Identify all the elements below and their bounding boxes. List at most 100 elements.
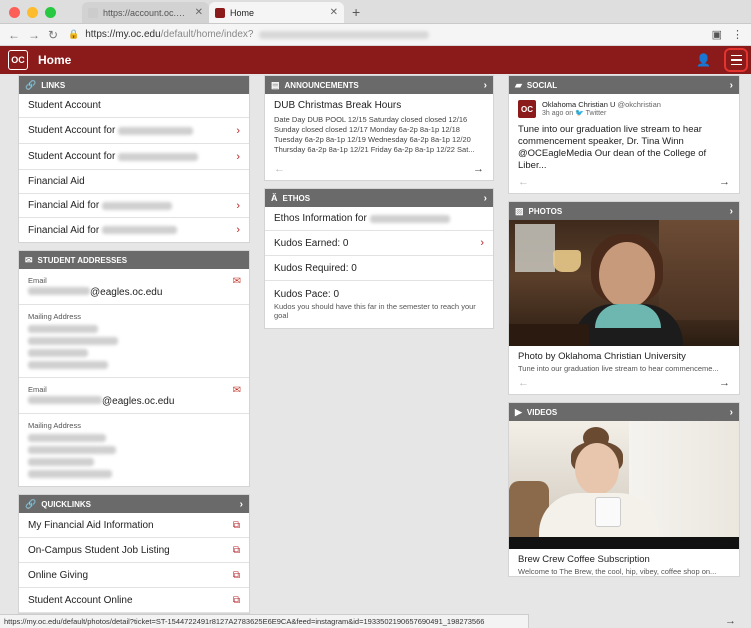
column-left: 🔗 LINKS Student Account Student Account … <box>18 75 250 621</box>
chevron-right-icon[interactable]: › <box>730 80 733 91</box>
photo-subcaption: Tune into our graduation live stream to … <box>518 364 719 373</box>
user-icon[interactable]: 👤 <box>696 53 711 67</box>
browser-tab-impersonate[interactable]: https://account.oc.edu/impers ✕ <box>82 2 209 23</box>
close-window-button[interactable] <box>9 7 20 18</box>
next-arrow-icon[interactable]: → <box>719 377 730 389</box>
next-arrow-icon[interactable]: → <box>725 615 736 627</box>
chevron-right-icon[interactable]: › <box>484 193 487 204</box>
chevron-right-icon[interactable]: › <box>484 80 487 91</box>
kudos-required-row: Kudos Required: 0 <box>265 256 493 281</box>
email-label: Email <box>28 385 47 394</box>
chevron-right-icon[interactable]: › <box>730 407 733 418</box>
chevron-right-icon[interactable]: › <box>240 499 243 510</box>
mailing-block-2: Mailing Address <box>19 414 249 486</box>
email-value: @eagles.oc.edu <box>102 396 175 407</box>
external-link-icon: ⧉ <box>232 544 240 556</box>
close-tab-icon[interactable]: ✕ <box>195 7 203 18</box>
mailing-block-1: Mailing Address <box>19 305 249 378</box>
hamburger-menu-icon[interactable] <box>724 48 748 72</box>
ethos-info: Ethos Information for <box>265 207 493 231</box>
reload-icon[interactable]: ↻ <box>48 28 58 42</box>
back-arrow-icon[interactable]: ← <box>8 28 20 42</box>
social-icon: ▰ <box>515 79 522 90</box>
blurred-url-tail <box>259 30 430 39</box>
email-label: Email <box>28 276 47 285</box>
next-arrow-icon[interactable]: → <box>719 176 730 188</box>
quicklinks-header: 🔗 QUICKLINKS › <box>19 495 249 513</box>
url-field[interactable]: 🔒 https://my.oc.edu/default/home/index? <box>68 29 702 40</box>
oc-logo[interactable]: OC <box>8 50 28 70</box>
quicklink-job-listing[interactable]: On-Campus Student Job Listing ⧉ <box>19 538 249 563</box>
tweet-handle: @okchristian <box>617 100 661 109</box>
mailing-label: Mailing Address <box>28 421 81 430</box>
new-tab-button[interactable]: + <box>344 4 368 23</box>
status-bar-url: https://my.oc.edu/default/photos/detail?… <box>0 614 529 628</box>
social-pager: ← → <box>509 172 739 193</box>
previous-arrow-icon[interactable]: ← <box>274 163 285 175</box>
chevron-right-icon: › <box>236 199 240 212</box>
chevron-right-icon: › <box>236 150 240 163</box>
window-controls <box>9 7 56 18</box>
photo-pager: ← → <box>509 373 739 394</box>
link-student-account-for-1[interactable]: Student Account for › <box>19 118 249 144</box>
announcements-card: ▤ ANNOUNCEMENTS › DUB Christmas Break Ho… <box>264 75 494 181</box>
maximize-window-button[interactable] <box>45 7 56 18</box>
next-arrow-icon[interactable]: → <box>473 163 484 175</box>
ethos-icon: Ä <box>271 193 278 203</box>
blurred-address <box>28 325 240 369</box>
previous-arrow-icon[interactable]: ← <box>518 176 529 188</box>
announcement-pager: ← → <box>265 159 493 180</box>
tweet-network: Twitter <box>585 110 607 117</box>
quicklink-financial-aid-info[interactable]: My Financial Aid Information ⧉ <box>19 513 249 538</box>
close-tab-icon[interactable]: ✕ <box>330 7 338 18</box>
profile-icon[interactable]: ▣ <box>712 28 722 41</box>
chevron-right-icon: › <box>480 237 484 249</box>
more-options-icon[interactable]: ⋮ <box>732 28 743 41</box>
photos-card: ▨ PHOTOS › Photo by Oklahoma Christian U… <box>508 201 740 395</box>
quicklink-student-account-online[interactable]: Student Account Online ⧉ <box>19 588 249 613</box>
link-financial-aid-for-1[interactable]: Financial Aid for › <box>19 194 249 218</box>
ethos-header: Ä ETHOS › <box>265 189 493 207</box>
link-student-account[interactable]: Student Account <box>19 94 249 118</box>
graduation-photo[interactable] <box>509 220 739 346</box>
social-card: ▰ SOCIAL › OC Oklahoma Christian U @okch… <box>508 75 740 194</box>
mail-icon[interactable]: ✉ <box>233 385 241 396</box>
tweet-text[interactable]: Tune into our graduation live stream to … <box>509 120 739 172</box>
email-block-2: Email @eagles.oc.edu ✉ <box>19 378 249 414</box>
chevron-right-icon[interactable]: › <box>730 206 733 217</box>
chevron-right-icon: › <box>236 224 240 236</box>
tab-title: Home <box>230 7 255 18</box>
url-host: https://my.oc.edu/default/home/index? <box>85 29 254 40</box>
kudos-earned-row[interactable]: Kudos Earned: 0 › <box>265 231 493 256</box>
announcement-item[interactable]: DUB Christmas Break Hours Date Day DUB P… <box>265 94 493 159</box>
address-bar: ← → ↻ 🔒 https://my.oc.edu/default/home/i… <box>0 24 751 46</box>
twitter-bird-icon: 🐦 <box>575 110 584 117</box>
external-link-icon: ⧉ <box>232 519 240 531</box>
forward-arrow-icon[interactable]: → <box>28 28 40 42</box>
tweet-author: Oklahoma Christian U <box>542 100 616 109</box>
email-block-1: Email @eagles.oc.edu ✉ <box>19 269 249 305</box>
mail-icon[interactable]: ✉ <box>233 276 241 287</box>
addresses-header: ✉ STUDENT ADDRESSES <box>19 251 249 269</box>
tab-title: https://account.oc.edu/impers <box>103 7 190 18</box>
previous-arrow-icon[interactable]: ← <box>518 377 529 389</box>
oc-avatar: OC <box>518 100 536 118</box>
page-favicon-icon <box>88 7 98 18</box>
external-link-icon: ⧉ <box>232 569 240 581</box>
link-student-account-for-2[interactable]: Student Account for › <box>19 144 249 170</box>
links-card: 🔗 LINKS Student Account Student Account … <box>18 75 250 243</box>
photos-header: ▨ PHOTOS › <box>509 202 739 220</box>
announcement-text: Date Day DUB POOL 12/15 Saturday closed … <box>274 115 475 154</box>
dashboard: 🔗 LINKS Student Account Student Account … <box>0 75 751 628</box>
announcements-header: ▤ ANNOUNCEMENTS › <box>265 76 493 94</box>
browser-tab-bar: https://account.oc.edu/impers ✕ Home ✕ + <box>0 0 751 24</box>
minimize-window-button[interactable] <box>27 7 38 18</box>
link-financial-aid[interactable]: Financial Aid <box>19 170 249 194</box>
quicklink-online-giving[interactable]: Online Giving ⧉ <box>19 563 249 588</box>
email-value: @eagles.oc.edu <box>90 287 163 298</box>
browser-tab-home[interactable]: Home ✕ <box>209 2 344 23</box>
kudos-pace: Kudos Pace: 0 <box>274 289 340 300</box>
link-financial-aid-for-2[interactable]: Financial Aid for › <box>19 218 249 242</box>
external-link-icon: ⧉ <box>232 594 240 606</box>
coffee-video-thumbnail[interactable] <box>509 421 739 549</box>
